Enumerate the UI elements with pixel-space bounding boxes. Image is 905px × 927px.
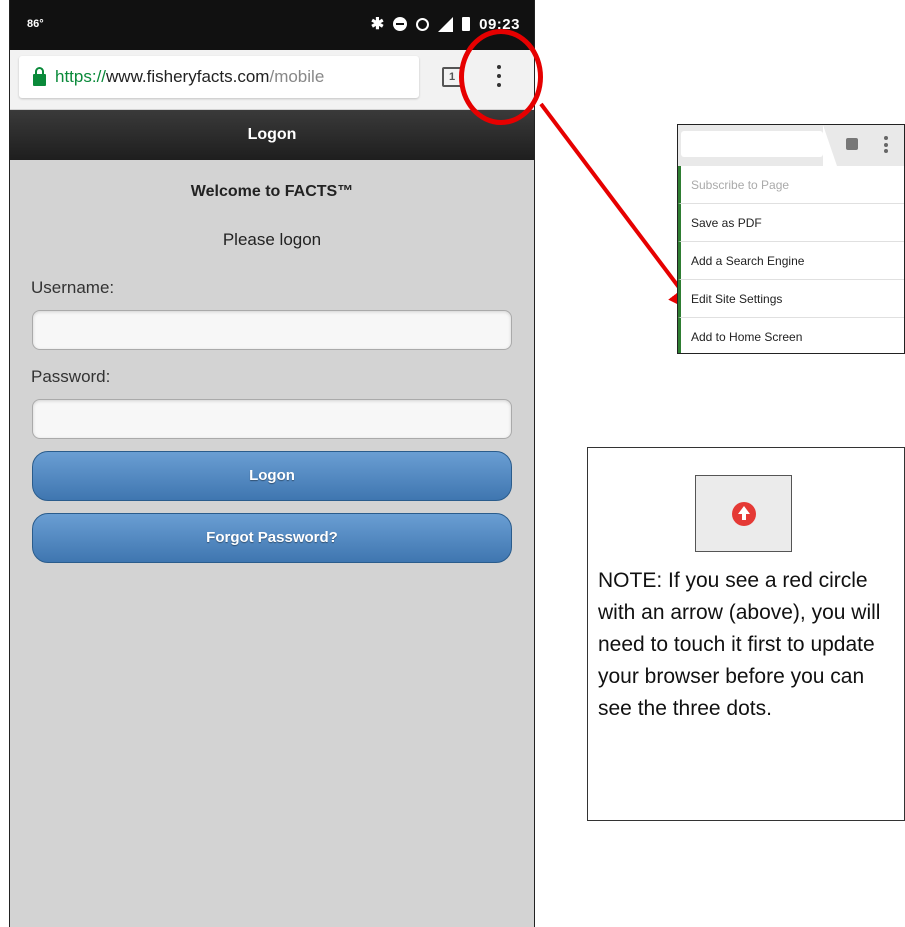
inset-toolbar — [678, 125, 904, 166]
password-label: Password: — [31, 367, 111, 386]
password-input[interactable] — [32, 399, 512, 439]
bluetooth-icon: ✱ — [370, 16, 385, 33]
highlight-circle — [459, 29, 543, 125]
browser-toolbar: https://www.fisheryfacts.com/mobile 1 — [10, 50, 534, 109]
inset-tabs-icon — [846, 138, 858, 150]
alarm-icon — [416, 17, 430, 31]
welcome-text: Welcome to FACTS™ — [190, 183, 354, 200]
status-temperature: 86° — [27, 18, 44, 30]
update-icon-sample — [695, 475, 792, 552]
lock-icon — [33, 66, 46, 86]
url-field[interactable]: https://www.fisheryfacts.com/mobile — [19, 56, 419, 98]
url-path: /mobile — [269, 67, 325, 86]
url-host: www.fisheryfacts.com — [106, 67, 270, 86]
menu-item-add-search-engine[interactable]: Add a Search Engine — [678, 242, 904, 280]
status-bar: 86° ✱ 09:23 — [10, 0, 534, 50]
inset-url-field — [681, 131, 823, 157]
phone-screenshot: 86° ✱ 09:23 https://www.fisheryfacts.com… — [9, 0, 535, 927]
note-box: NOTE: If you see a red circle with an ar… — [587, 447, 905, 821]
update-arrow-icon — [732, 502, 756, 526]
menu-item-save-pdf[interactable]: Save as PDF — [678, 204, 904, 242]
browser-menu-inset: Subscribe to Page Save as PDF Add a Sear… — [677, 124, 905, 354]
username-label: Username: — [31, 278, 115, 297]
menu-item-edit-site-settings[interactable]: Edit Site Settings — [678, 280, 904, 318]
forgot-password-button[interactable]: Forgot Password? — [32, 513, 512, 563]
page-title: Logon — [10, 110, 534, 160]
url-scheme: https:// — [55, 67, 107, 86]
menu-item-add-to-home-screen[interactable]: Add to Home Screen — [678, 318, 904, 353]
logon-button[interactable]: Logon — [32, 451, 512, 501]
do-not-disturb-icon — [393, 17, 408, 31]
battery-icon — [462, 17, 471, 31]
menu-item-subscribe[interactable]: Subscribe to Page — [678, 166, 904, 204]
logon-prompt: Please logon — [222, 230, 322, 249]
inset-menu-icon — [884, 136, 888, 153]
note-text: NOTE: If you see a red circle with an ar… — [598, 569, 881, 720]
signal-icon — [438, 16, 454, 32]
username-input[interactable] — [32, 310, 512, 350]
